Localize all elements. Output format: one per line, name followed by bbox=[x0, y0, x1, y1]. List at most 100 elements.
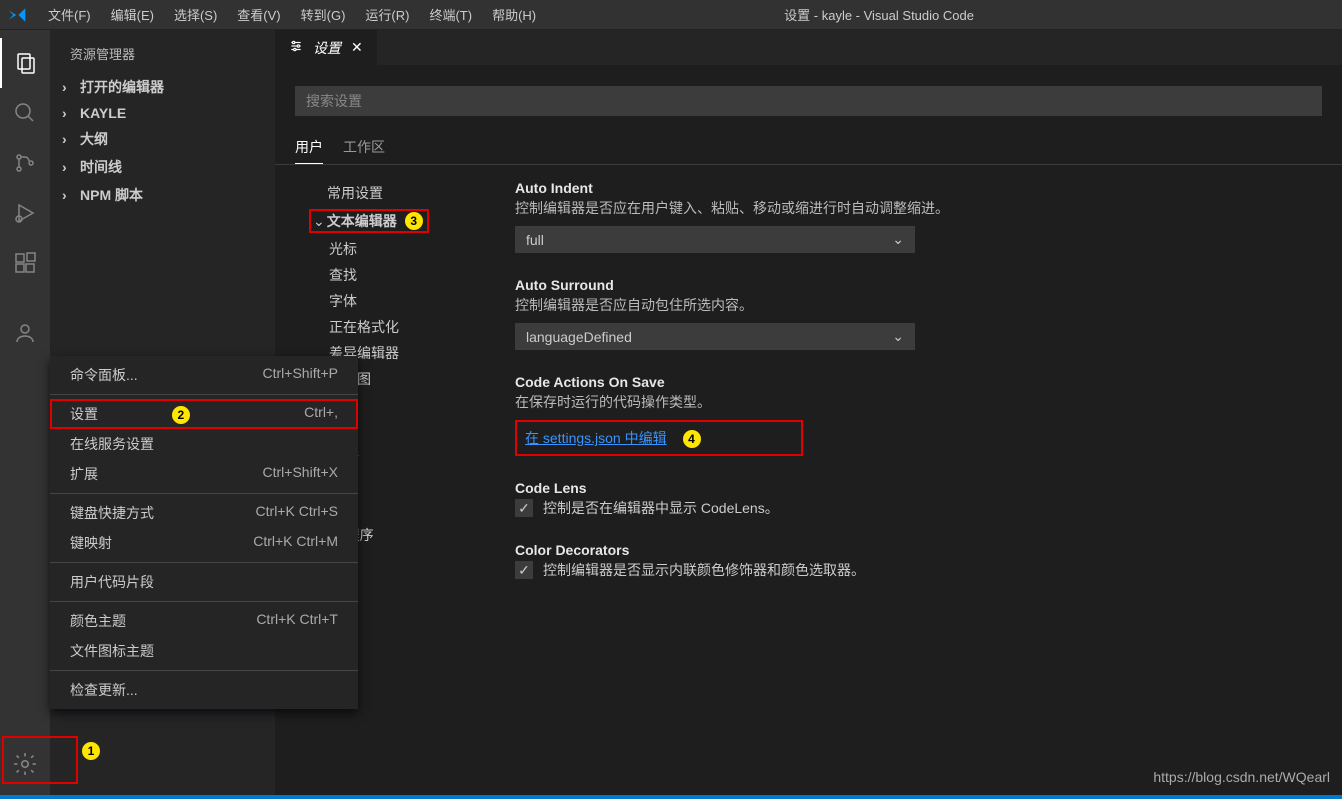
setting-desc: 控制编辑器是否应自动包住所选内容。 bbox=[515, 295, 1312, 315]
checkmark-icon: ✓ bbox=[518, 562, 530, 579]
settings-tab-icon bbox=[289, 39, 303, 56]
source-control-icon[interactable] bbox=[0, 138, 50, 188]
edit-in-settings-json-link[interactable]: 在 settings.json 中编辑 bbox=[525, 430, 667, 446]
nav-common[interactable]: 常用设置 bbox=[295, 180, 495, 206]
chevron-right-icon: › bbox=[62, 105, 76, 121]
menu-run[interactable]: 运行(R) bbox=[357, 5, 417, 24]
separator bbox=[50, 562, 358, 563]
menu-view[interactable]: 查看(V) bbox=[229, 5, 288, 24]
cm-online-services[interactable]: 在线服务设置 bbox=[50, 429, 358, 459]
menu-go[interactable]: 转到(G) bbox=[293, 5, 354, 24]
cm-keyboard-shortcuts[interactable]: 键盘快捷方式 Ctrl+K Ctrl+S bbox=[50, 498, 358, 528]
watermark: https://blog.csdn.net/WQearl bbox=[1153, 769, 1330, 785]
setting-title: Auto Indent bbox=[515, 180, 1312, 196]
nav-cursor[interactable]: 光标 bbox=[295, 236, 495, 262]
cm-keymaps[interactable]: 键映射 Ctrl+K Ctrl+M bbox=[50, 528, 358, 558]
setting-desc: 在保存时运行的代码操作类型。 bbox=[515, 392, 1312, 412]
editor-area: 设置 ✕ 用户 工作区 常用设置 ⌄ bbox=[275, 30, 1342, 799]
activity-bar bbox=[0, 30, 50, 799]
window-title: 设置 - kayle - Visual Studio Code bbox=[548, 5, 1210, 24]
chevron-down-icon: ⌄ bbox=[313, 213, 325, 230]
checkbox-label: 控制编辑器是否显示内联颜色修饰器和颜色选取器。 bbox=[543, 560, 865, 580]
sidebar-item-label: 大纲 bbox=[80, 129, 108, 149]
nav-text-editor[interactable]: ⌄ 文本编辑器 3 bbox=[295, 206, 495, 236]
setting-title: Color Decorators bbox=[515, 542, 1312, 558]
setting-title: Code Actions On Save bbox=[515, 374, 1312, 390]
annotation-3: 3 bbox=[405, 212, 423, 230]
gear-context-menu: 命令面板... Ctrl+Shift+P 设置 2 Ctrl+, 在线服务设置 … bbox=[50, 356, 358, 709]
menu-terminal[interactable]: 终端(T) bbox=[421, 5, 480, 24]
sidebar-npm-scripts[interactable]: › NPM 脚本 bbox=[50, 181, 275, 209]
setting-title: Code Lens bbox=[515, 480, 1312, 496]
sidebar-item-label: 打开的编辑器 bbox=[80, 77, 164, 97]
chevron-down-icon: ⌄ bbox=[892, 231, 904, 248]
sidebar-item-label: KAYLE bbox=[80, 105, 126, 121]
nav-find[interactable]: 查找 bbox=[295, 262, 495, 288]
setting-desc: 控制编辑器是否应在用户键入、粘贴、移动或缩进行时自动调整缩进。 bbox=[515, 198, 1312, 218]
sidebar-workspace[interactable]: › KAYLE bbox=[50, 101, 275, 125]
settings-details: Auto Indent 控制编辑器是否应在用户键入、粘贴、移动或缩进行时自动调整… bbox=[495, 180, 1342, 799]
settings-gear-icon[interactable] bbox=[0, 739, 50, 789]
explorer-icon[interactable] bbox=[0, 38, 50, 88]
cm-file-icon-theme[interactable]: 文件图标主题 bbox=[50, 636, 358, 666]
tab-label: 设置 bbox=[313, 38, 341, 58]
cm-check-updates[interactable]: 检查更新... bbox=[50, 675, 358, 705]
separator bbox=[50, 493, 358, 494]
nav-formatting[interactable]: 正在格式化 bbox=[295, 314, 495, 340]
explorer-title: 资源管理器 bbox=[50, 40, 275, 73]
chevron-right-icon: › bbox=[62, 159, 76, 175]
search-icon[interactable] bbox=[0, 88, 50, 138]
cm-extensions[interactable]: 扩展 Ctrl+Shift+X bbox=[50, 459, 358, 489]
cm-color-theme[interactable]: 颜色主题 Ctrl+K Ctrl+T bbox=[50, 606, 358, 636]
annotation-2: 2 bbox=[172, 406, 190, 424]
cm-user-snippets[interactable]: 用户代码片段 bbox=[50, 567, 358, 597]
tab-user[interactable]: 用户 bbox=[295, 131, 323, 164]
checkbox-color-decorators[interactable]: ✓ bbox=[515, 561, 533, 579]
chevron-down-icon: ⌄ bbox=[892, 328, 904, 345]
checkmark-icon: ✓ bbox=[518, 500, 530, 517]
setting-auto-indent: Auto Indent 控制编辑器是否应在用户键入、粘贴、移动或缩进行时自动调整… bbox=[515, 180, 1312, 253]
sidebar-item-label: NPM 脚本 bbox=[80, 185, 143, 205]
nav-font[interactable]: 字体 bbox=[295, 288, 495, 314]
menu-edit[interactable]: 编辑(E) bbox=[103, 5, 162, 24]
sidebar-item-label: 时间线 bbox=[80, 157, 122, 177]
annotation-1: 1 bbox=[82, 742, 100, 760]
settings-scope-tabs: 用户 工作区 bbox=[275, 131, 1342, 165]
annotation-4: 4 bbox=[683, 430, 701, 448]
accounts-icon[interactable] bbox=[0, 308, 50, 358]
extensions-icon[interactable] bbox=[0, 238, 50, 288]
tab-bar: 设置 ✕ bbox=[275, 30, 1342, 66]
settings-search-input[interactable] bbox=[306, 93, 1311, 109]
checkbox-code-lens[interactable]: ✓ bbox=[515, 499, 533, 517]
setting-code-actions-on-save: Code Actions On Save 在保存时运行的代码操作类型。 在 se… bbox=[515, 374, 1312, 456]
tab-workspace[interactable]: 工作区 bbox=[343, 131, 385, 164]
separator bbox=[50, 394, 358, 395]
chevron-right-icon: › bbox=[62, 187, 76, 203]
menu-help[interactable]: 帮助(H) bbox=[484, 5, 544, 24]
separator bbox=[50, 601, 358, 602]
chevron-right-icon: › bbox=[62, 131, 76, 147]
cm-command-palette[interactable]: 命令面板... Ctrl+Shift+P bbox=[50, 360, 358, 390]
sidebar-outline[interactable]: › 大纲 bbox=[50, 125, 275, 153]
settings-search-box[interactable] bbox=[295, 86, 1322, 116]
separator bbox=[50, 670, 358, 671]
setting-title: Auto Surround bbox=[515, 277, 1312, 293]
vscode-logo-icon bbox=[8, 6, 26, 24]
title-bar: 文件(F) 编辑(E) 选择(S) 查看(V) 转到(G) 运行(R) 终端(T… bbox=[0, 0, 1342, 30]
setting-auto-surround: Auto Surround 控制编辑器是否应自动包住所选内容。 language… bbox=[515, 277, 1312, 350]
sidebar-open-editors[interactable]: › 打开的编辑器 bbox=[50, 73, 275, 101]
menu-selection[interactable]: 选择(S) bbox=[166, 5, 225, 24]
sidebar-timeline[interactable]: › 时间线 bbox=[50, 153, 275, 181]
select-auto-surround[interactable]: languageDefined ⌄ bbox=[515, 323, 915, 350]
close-icon[interactable]: ✕ bbox=[351, 39, 363, 56]
checkbox-label: 控制是否在编辑器中显示 CodeLens。 bbox=[543, 498, 779, 518]
chevron-right-icon: › bbox=[62, 79, 76, 95]
setting-code-lens: Code Lens ✓ 控制是否在编辑器中显示 CodeLens。 bbox=[515, 480, 1312, 518]
run-debug-icon[interactable] bbox=[0, 188, 50, 238]
setting-color-decorators: Color Decorators ✓ 控制编辑器是否显示内联颜色修饰器和颜色选取… bbox=[515, 542, 1312, 580]
menu-file[interactable]: 文件(F) bbox=[40, 5, 99, 24]
status-bar bbox=[0, 795, 1342, 799]
cm-settings[interactable]: 设置 2 Ctrl+, bbox=[50, 399, 358, 429]
select-auto-indent[interactable]: full ⌄ bbox=[515, 226, 915, 253]
tab-settings[interactable]: 设置 ✕ bbox=[275, 30, 377, 66]
